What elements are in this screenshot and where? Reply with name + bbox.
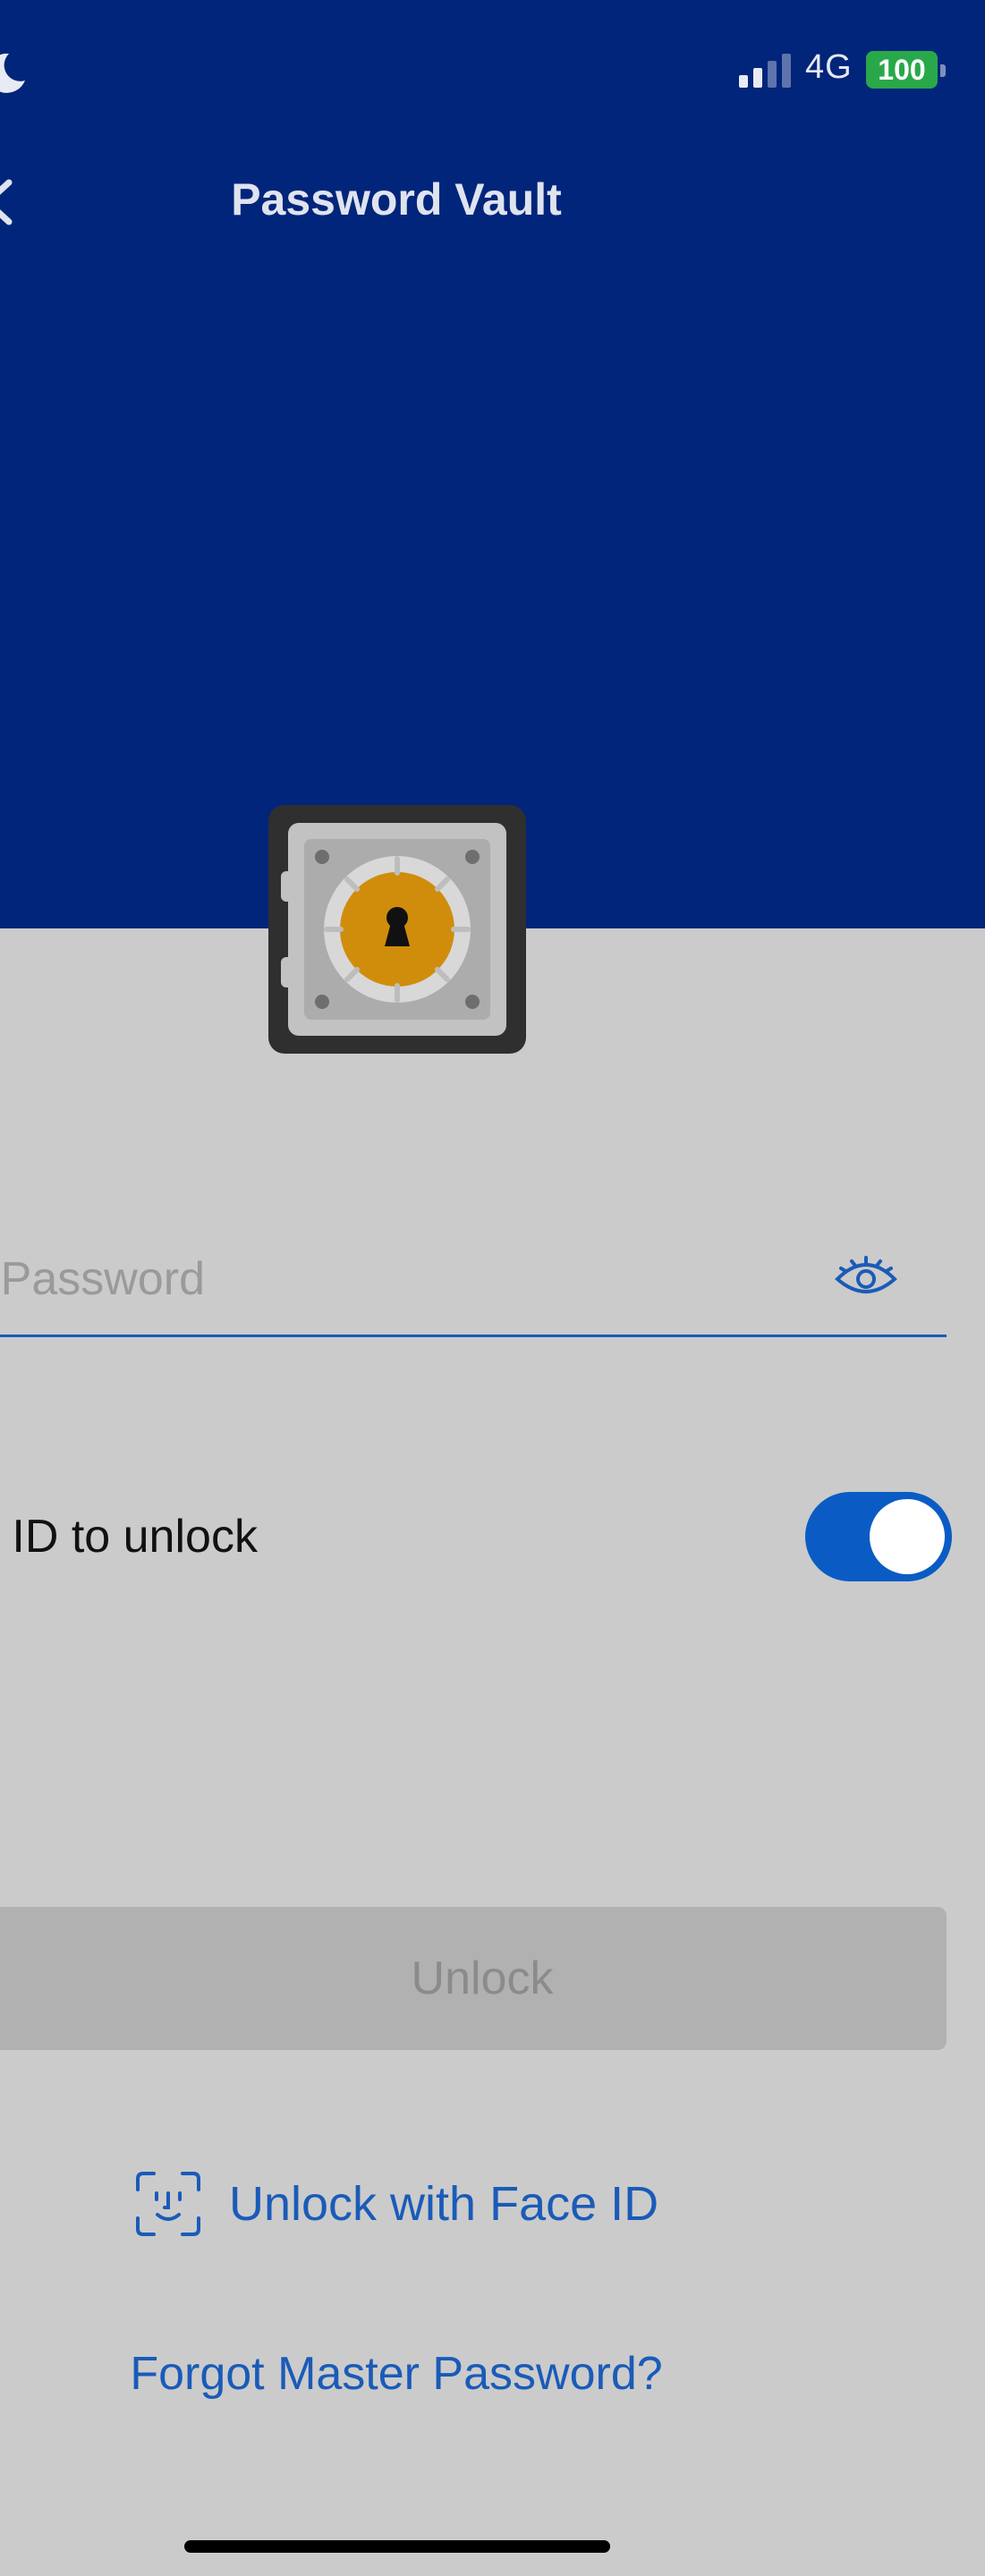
- eye-icon[interactable]: [834, 1254, 898, 1301]
- unlock-with-face-id-button[interactable]: Unlock with Face ID: [134, 2168, 658, 2240]
- network-type: 4G: [805, 48, 853, 86]
- unlock-with-face-id-label: Unlock with Face ID: [229, 2177, 659, 2231]
- cellular-signal-icon: [739, 54, 791, 88]
- face-id-toggle[interactable]: [805, 1492, 952, 1581]
- password-underline: [0, 1335, 947, 1337]
- vault-unlock-screen: 4G 100 Password Vault ID to unlock Unloc…: [0, 0, 985, 2576]
- toggle-knob: [870, 1499, 945, 1574]
- master-password-input[interactable]: [0, 1243, 805, 1315]
- moon-icon: [0, 53, 25, 93]
- face-id-toggle-label: ce ID to unlock: [0, 1511, 258, 1563]
- face-id-icon: [136, 2172, 200, 2236]
- header-background: [0, 0, 985, 928]
- vault-safe-icon: [268, 805, 526, 1054]
- home-indicator: [184, 2540, 610, 2553]
- battery-indicator: 100: [866, 51, 938, 89]
- page-title: Password Vault: [231, 174, 562, 225]
- unlock-button[interactable]: Unlock: [0, 1907, 947, 2050]
- forgot-master-password-link[interactable]: Forgot Master Password?: [0, 2347, 793, 2401]
- battery-tip: [940, 64, 946, 77]
